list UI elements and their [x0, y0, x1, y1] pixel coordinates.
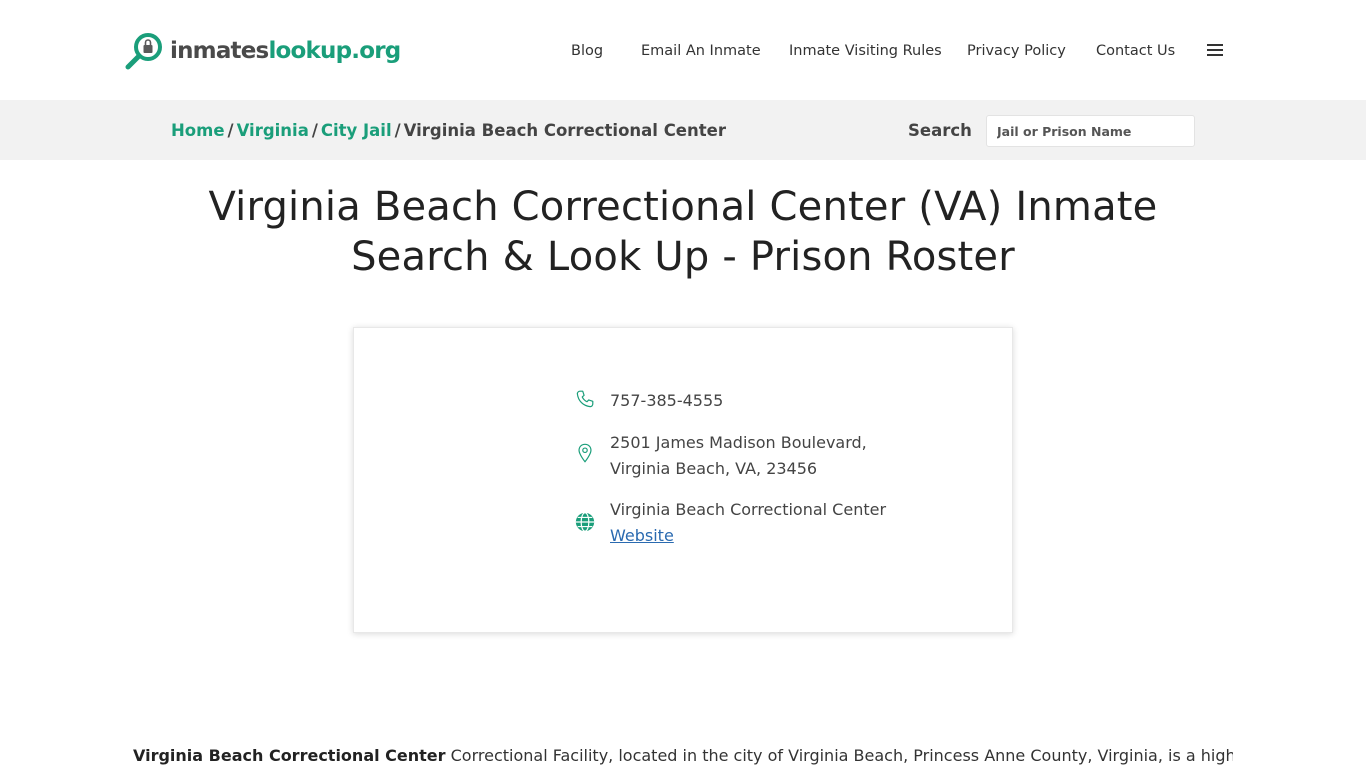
- hamburger-icon[interactable]: [1207, 44, 1223, 58]
- globe-icon: [575, 512, 595, 532]
- breadcrumb-home[interactable]: Home: [171, 121, 225, 140]
- phone-icon: [576, 390, 594, 408]
- search-input[interactable]: [986, 115, 1195, 147]
- description-text: Correctional Facility, located in the ci…: [445, 746, 1233, 765]
- map-pin-icon: [578, 443, 592, 463]
- phone-number: 757-385-4555: [610, 391, 724, 410]
- breadcrumb-separator: /: [227, 121, 234, 140]
- breadcrumb-separator: /: [394, 121, 401, 140]
- contact-card: 757-385-4555 2501 James Madison Boulevar…: [353, 327, 1013, 633]
- nav-inmate-visiting-rules[interactable]: Inmate Visiting Rules: [789, 40, 942, 62]
- breadcrumb: Home / Virginia / City Jail / Virginia Beach C…: [171, 120, 726, 142]
- nav-blog[interactable]: Blog: [571, 40, 603, 62]
- website-info: Virginia Beach Correctional Center Websi…: [610, 497, 886, 549]
- page-title: Virginia Beach Correctional Center (VA) …: [208, 184, 1158, 280]
- website-name: Virginia Beach Correctional Center: [610, 500, 887, 519]
- main-nav: Blog Email An Inmate Inmate Visiting Rul…: [0, 40, 1366, 62]
- breadcrumb-separator: /: [311, 121, 318, 140]
- breadcrumb-city-jail[interactable]: City Jail: [321, 121, 392, 140]
- nav-email-an-inmate[interactable]: Email An Inmate: [641, 40, 761, 62]
- facility-description: Virginia Beach Correctional Center Corre…: [133, 744, 1233, 768]
- website-link[interactable]: Website: [610, 526, 674, 545]
- phone-row: 757-385-4555: [574, 388, 723, 414]
- nav-contact-us[interactable]: Contact Us: [1096, 40, 1175, 62]
- website-row: Virginia Beach Correctional Center Websi…: [574, 497, 886, 549]
- address-row: 2501 James Madison Boulevard, Virginia B…: [574, 430, 930, 482]
- breadcrumb-current: Virginia Beach Correctional Center: [403, 121, 726, 140]
- site-header: inmateslookup.org Blog Email An Inmate I…: [0, 0, 1366, 100]
- breadcrumb-virginia[interactable]: Virginia: [237, 121, 309, 140]
- nav-privacy-policy[interactable]: Privacy Policy: [967, 40, 1066, 62]
- search-label: Search: [908, 121, 972, 140]
- facility-name-bold: Virginia Beach Correctional Center: [133, 746, 446, 765]
- address: 2501 James Madison Boulevard, Virginia B…: [610, 433, 867, 478]
